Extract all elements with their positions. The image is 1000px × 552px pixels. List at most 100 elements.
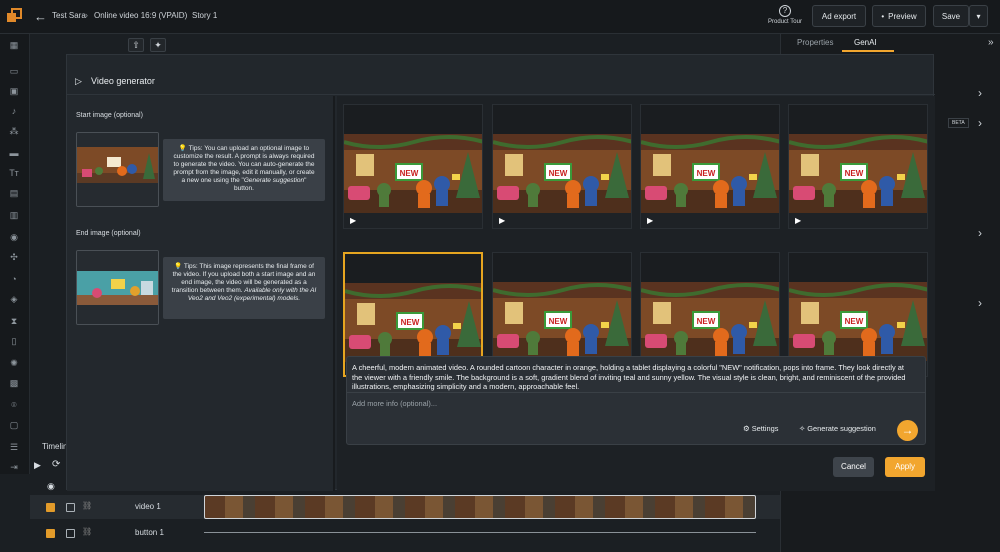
video-thumbnail: NEW: [493, 134, 631, 213]
record-icon[interactable]: ◉: [7, 232, 21, 243]
video-result-card[interactable]: NEW ▶: [343, 104, 483, 229]
generate-suggestion-button[interactable]: ✧ Generate suggestion: [799, 424, 876, 433]
video-result-card[interactable]: NEW ▶: [788, 104, 928, 229]
chevron-right-icon[interactable]: ›: [978, 116, 982, 130]
end-image-upload[interactable]: [76, 250, 159, 325]
loop-icon[interactable]: ⟳: [52, 459, 60, 470]
hourglass-icon[interactable]: ⧗: [7, 316, 21, 327]
dot-icon: •: [881, 11, 885, 21]
play-icon[interactable]: ▶: [499, 216, 505, 225]
location-pin-icon[interactable]: ⌾: [7, 400, 21, 411]
preview-button[interactable]: • Preview: [872, 5, 926, 27]
video-result-card[interactable]: NEW ▶: [492, 104, 632, 229]
row-checkbox[interactable]: [46, 529, 55, 538]
new-sign-text: NEW: [549, 169, 568, 178]
play-icon[interactable]: ▶: [350, 216, 356, 225]
slideshow-icon[interactable]: ▥: [7, 210, 21, 221]
chevron-right-icon: ›: [85, 10, 88, 20]
eye-icon[interactable]: ◉: [47, 481, 55, 492]
video-thumbnail: NEW: [344, 134, 482, 213]
video-thumbnail: NEW: [789, 282, 927, 361]
settings-label: Settings: [751, 424, 779, 433]
video-thumbnail: NEW: [345, 283, 481, 362]
image-inputs-column: Start image (optional) 💡 Tips: You can u…: [67, 96, 335, 491]
cancel-button[interactable]: Cancel: [833, 457, 874, 477]
gallery-icon[interactable]: ▤: [7, 188, 21, 199]
image-icon[interactable]: ▣: [7, 86, 21, 97]
play-icon[interactable]: ▶: [795, 216, 801, 225]
document-icon[interactable]: ▯: [7, 336, 21, 347]
timeline-row-video[interactable]: ⛓ video 1: [30, 495, 780, 519]
chevron-right-icon[interactable]: ›: [978, 226, 982, 240]
import-icon[interactable]: ⇥: [7, 462, 21, 473]
row-label: button 1: [135, 528, 164, 537]
video-result-card[interactable]: NEW ▶: [640, 104, 780, 229]
new-sign-text: NEW: [549, 317, 568, 326]
ai-sparkle-icon[interactable]: ✦: [150, 38, 166, 52]
breadcrumb-story[interactable]: Story 1: [192, 11, 217, 20]
tab-genai[interactable]: GenAI: [842, 35, 894, 52]
puzzle-icon[interactable]: ✣: [7, 252, 21, 263]
music-icon[interactable]: ♪: [7, 106, 21, 117]
magic-wand-icon: ✧: [799, 424, 806, 433]
settings-button[interactable]: ⚙ Settings: [743, 424, 778, 433]
video-thumbnail: NEW: [641, 282, 779, 361]
sparkle-icon[interactable]: ✺: [7, 358, 21, 369]
breadcrumb-format[interactable]: Online video 16:9 (VPAID): [94, 11, 187, 20]
breadcrumb-project[interactable]: Test Sara: [52, 11, 86, 20]
button-track[interactable]: [204, 532, 756, 533]
product-tour-button[interactable]: ? Product Tour: [762, 3, 808, 31]
prompt-text[interactable]: A cheerful, modern animated video. A rou…: [352, 363, 912, 392]
qr-code-icon[interactable]: ▩: [7, 378, 21, 389]
new-sign-text: NEW: [845, 317, 864, 326]
divider: [347, 392, 925, 393]
expand-panel-icon[interactable]: »: [988, 37, 994, 48]
video-thumbnail: NEW: [789, 134, 927, 213]
start-image-thumbnail: [77, 133, 158, 206]
new-sign-text: NEW: [845, 169, 864, 178]
chevron-right-icon[interactable]: ›: [978, 296, 982, 310]
list-icon[interactable]: ☰: [7, 442, 21, 453]
more-info-input[interactable]: Add more info (optional)...: [352, 399, 437, 408]
end-image-thumbnail: [77, 251, 158, 324]
start-image-upload[interactable]: [76, 132, 159, 207]
gauge-icon[interactable]: ◔: [7, 274, 21, 285]
lock-checkbox[interactable]: [66, 529, 75, 538]
new-sign-text: NEW: [697, 169, 716, 178]
save-button[interactable]: Save: [933, 5, 969, 27]
timeline-row-button[interactable]: ⛓ button 1: [30, 522, 780, 544]
back-arrow-icon[interactable]: ←: [34, 9, 47, 24]
video-thumbnail: NEW: [493, 282, 631, 361]
submit-arrow-button[interactable]: →: [897, 420, 918, 441]
row-checkbox[interactable]: [46, 503, 55, 512]
upload-icon[interactable]: ⇧: [128, 38, 144, 52]
video-icon[interactable]: ▭: [7, 66, 21, 77]
web-icon[interactable]: ▢: [7, 420, 21, 431]
button-icon[interactable]: ▬: [7, 148, 21, 159]
grid-icon[interactable]: ▦: [7, 40, 21, 51]
lock-checkbox[interactable]: [66, 503, 75, 512]
new-sign-text: NEW: [400, 169, 419, 178]
card-controls: ▶: [344, 213, 482, 228]
chevron-right-icon[interactable]: ›: [978, 86, 982, 100]
text-icon[interactable]: Tт: [7, 168, 21, 179]
new-sign-text: NEW: [697, 317, 716, 326]
video-generator-modal: ▷ Video generator Start image (optional)…: [66, 54, 935, 491]
video-sparkle-icon: ▷: [75, 76, 82, 86]
save-dropdown-chevron-icon[interactable]: ▾: [969, 5, 988, 27]
app-logo-icon[interactable]: [5, 7, 23, 25]
video-clip-track[interactable]: [204, 495, 756, 519]
play-icon[interactable]: ▶: [647, 216, 653, 225]
card-spacer: [641, 253, 779, 282]
prompt-box[interactable]: A cheerful, modern animated video. A rou…: [346, 356, 926, 445]
shapes-icon[interactable]: ⁂: [7, 126, 21, 137]
tab-properties[interactable]: Properties: [797, 38, 833, 47]
layers-icon[interactable]: ◈: [7, 294, 21, 305]
beta-badge: BETA: [948, 118, 969, 128]
play-icon[interactable]: ▶: [34, 460, 41, 471]
end-image-label: End image (optional): [76, 230, 141, 237]
link-icon: ⛓: [82, 527, 93, 536]
apply-button[interactable]: Apply: [885, 457, 925, 477]
ad-export-button[interactable]: Ad export: [812, 5, 866, 27]
card-controls: ▶: [493, 213, 631, 228]
